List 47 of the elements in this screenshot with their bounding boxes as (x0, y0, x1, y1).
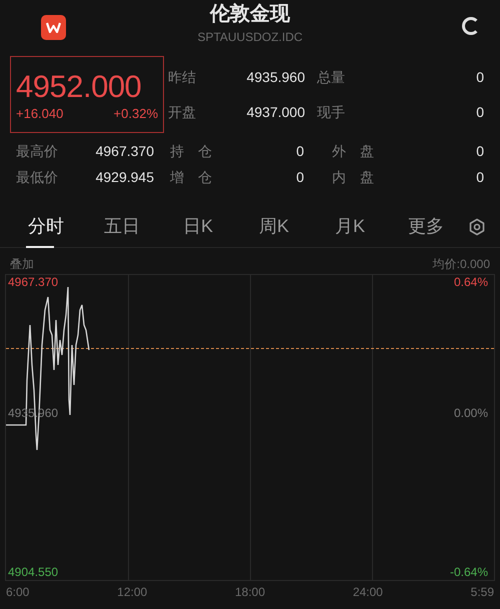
stat-label: 最低价 (16, 168, 58, 186)
stat-label: 现手 (317, 103, 345, 121)
stat-value: 4929.945 (96, 168, 154, 186)
stat-value: 0 (476, 168, 484, 186)
axis-high-percent: 0.64% (454, 275, 488, 289)
time-label: 5:59 (470, 584, 494, 600)
time-label: 12:00 (117, 584, 148, 600)
chart-tab[interactable]: 周K (236, 206, 312, 248)
stat-label: 开盘 (168, 103, 196, 121)
time-label: 24:00 (352, 584, 383, 600)
stat-label: 昨结 (168, 68, 196, 86)
stat-value: 0 (476, 103, 484, 121)
chart-tab[interactable]: 五日 (84, 206, 160, 248)
tab-underline (26, 246, 54, 248)
chart-tab[interactable]: 日K (160, 206, 236, 248)
axis-low-label: 4904.550 (8, 565, 58, 579)
stat-label: 最高价 (16, 142, 58, 160)
stat-label: 外 盘 (332, 142, 374, 160)
chart-tab[interactable]: 月K (312, 206, 388, 248)
axis-low-percent: -0.64% (450, 565, 488, 579)
stat-value: 4937.000 (246, 103, 305, 121)
stat-label: 持 仓 (170, 142, 212, 160)
settings-icon[interactable] (468, 218, 486, 236)
chart-tab[interactable]: 更多 (388, 206, 464, 248)
axis-high-label: 4967.370 (8, 275, 58, 289)
chart-tab[interactable]: 分时 (8, 206, 84, 248)
loading-spinner-icon (462, 17, 480, 35)
stat-value: 0 (476, 142, 484, 160)
symbol-code: SPTAUUSDOZ.IDC (197, 29, 303, 45)
stat-value: 4935.960 (246, 68, 305, 86)
stat-value: 4967.370 (96, 142, 154, 160)
stat-label: 增 仓 (170, 168, 212, 186)
average-price: 均价:0.000 (432, 256, 490, 273)
price-change-percent: +0.32% (114, 105, 158, 123)
stat-value: 0 (476, 68, 484, 86)
last-price: 4952.000 (16, 71, 142, 103)
stat-label: 总量 (317, 68, 345, 86)
time-label: 18:00 (234, 584, 266, 600)
stat-value: 0 (296, 168, 304, 186)
page-title: 伦敦金现 (210, 2, 290, 27)
stat-label: 内 盘 (332, 168, 374, 186)
price-change: +16.040 (16, 105, 64, 123)
overlay-button[interactable]: 叠加 (10, 254, 34, 274)
axis-mid-percent: 0.00% (454, 406, 488, 420)
time-label: 6:00 (6, 584, 30, 600)
app-logo-icon[interactable] (41, 15, 66, 40)
stat-value: 0 (296, 142, 304, 160)
